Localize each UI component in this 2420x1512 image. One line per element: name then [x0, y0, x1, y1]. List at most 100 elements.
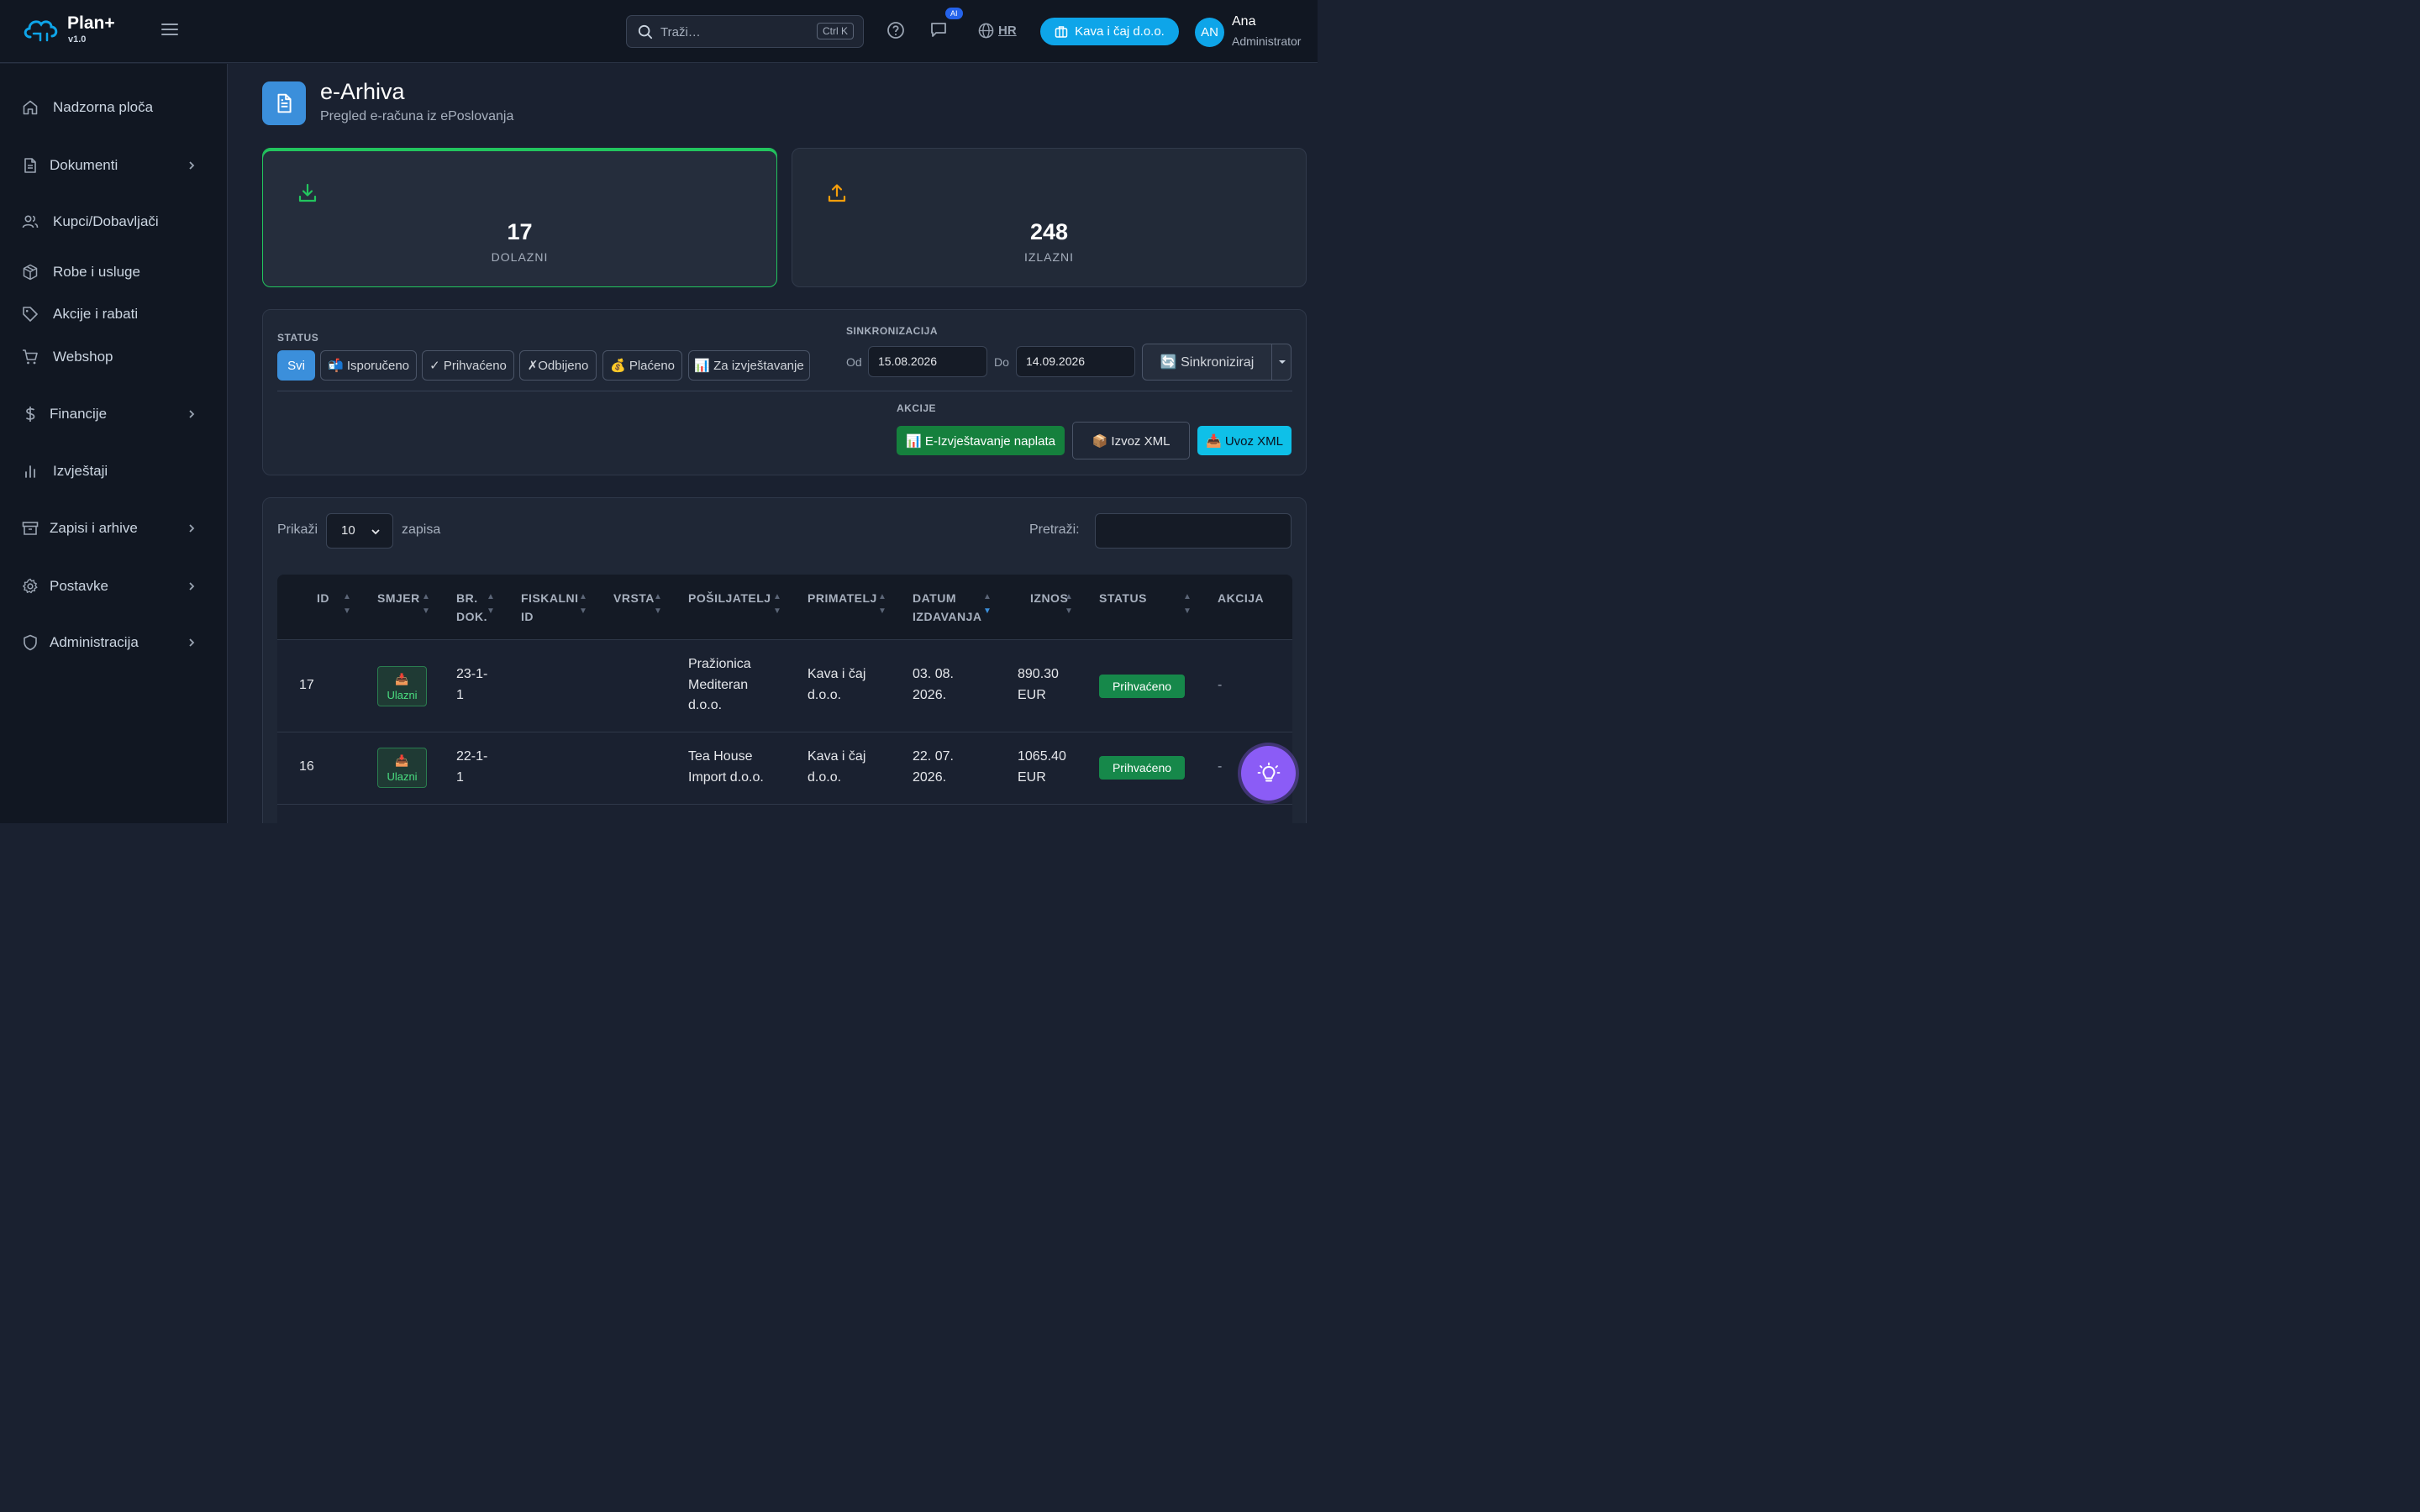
cell-action: - — [1218, 759, 1223, 774]
status-badge: Prihvaćeno — [1099, 675, 1185, 698]
filter-chip-paid[interactable]: 💰 Plaćeno — [602, 350, 682, 381]
table-header: ID ▲ ▼ SMJER ▲ ▼ BR. DOK. ▲ ▼ FISKALNI ID ▲ ▼ … — [277, 575, 1292, 640]
date-from-input[interactable]: 15.08.2026 — [868, 346, 987, 377]
e-reporting-payment-button[interactable]: 📊 E-Izvještavanje naplata — [897, 426, 1065, 455]
sidebar-item-label: Zapisi i arhive — [50, 520, 138, 536]
stat-card-outgoing[interactable]: 248 IZLAZNI — [792, 148, 1307, 287]
filter-chip-for-reporting[interactable]: 📊 Za izvještavanje — [688, 350, 810, 381]
sidebar-item-finance[interactable]: Financije — [0, 397, 228, 431]
direction-badge: 📥 Ulazni — [377, 748, 427, 788]
sort-icon[interactable]: ▲ ▼ — [343, 590, 351, 622]
filter-chip-accepted[interactable]: ✓ Prihvaćeno — [422, 350, 514, 381]
company-button[interactable]: Kava i čaj d.o.o. — [1040, 18, 1179, 45]
sort-icon[interactable]: ▲ ▼ — [487, 590, 495, 622]
column-header-status[interactable]: STATUS — [1099, 589, 1147, 607]
search-input[interactable] — [660, 21, 803, 43]
stat-card-incoming[interactable]: 17 DOLAZNI — [262, 148, 777, 287]
search-icon — [638, 24, 653, 39]
column-header-type[interactable]: VRSTA — [613, 589, 655, 607]
sidebar-item-settings[interactable]: Postavke — [0, 570, 228, 603]
top-bar: Plan+ v1.0 Ctrl K AI HR Kava i čaj d.o.o… — [0, 0, 1318, 63]
cell-doc-no: 23-1- 1 — [456, 667, 488, 702]
sort-icon[interactable]: ▲ ▼ — [773, 590, 781, 622]
column-header-sender[interactable]: POŠILJATELJ — [688, 589, 771, 607]
avatar[interactable]: AN — [1195, 18, 1224, 47]
stat-value: 248 — [1029, 219, 1069, 244]
sidebar-item-dashboard[interactable]: Nadzorna ploča — [0, 91, 228, 124]
show-label: Prikaži — [277, 522, 318, 537]
sidebar-item-reports[interactable]: Izvještaji — [0, 454, 228, 488]
sidebar-item-label: Financije — [50, 406, 108, 422]
cell-action: - — [1218, 678, 1223, 692]
sort-icon[interactable]: ▲ ▼ — [983, 590, 992, 622]
chevron-right-icon — [189, 161, 195, 170]
sort-icon[interactable]: ▲ ▼ — [1183, 590, 1192, 622]
users-icon — [22, 215, 39, 228]
user-name[interactable]: Ana — [1232, 14, 1255, 29]
chevron-right-icon — [189, 524, 195, 533]
actions-section-label: AKCIJE — [897, 402, 937, 414]
lightbulb-icon — [1257, 762, 1280, 781]
sort-icon[interactable]: ▲ ▼ — [878, 590, 886, 622]
sort-icon[interactable]: ▲ ▼ — [1065, 590, 1073, 622]
chevron-down-icon — [371, 529, 380, 535]
sidebar-item-archives[interactable]: Zapisi i arhive — [0, 512, 228, 545]
filter-chip-all[interactable]: Svi — [277, 350, 315, 381]
app-version: v1.0 — [68, 34, 87, 45]
export-xml-button[interactable]: 📦 Izvoz XML — [1072, 422, 1190, 459]
column-header-amount[interactable]: IZNOS — [1030, 589, 1068, 607]
sidebar-item-goods[interactable]: Robe i usluge — [0, 255, 228, 289]
sidebar-item-administration[interactable]: Administracija — [0, 626, 228, 659]
tag-icon — [23, 307, 38, 322]
table-search-input[interactable] — [1095, 513, 1292, 549]
sidebar-item-webshop[interactable]: Webshop — [0, 340, 228, 374]
column-header-doc-no[interactable]: BR. DOK. — [456, 589, 487, 626]
date-to-input[interactable]: 14.09.2026 — [1016, 346, 1135, 377]
column-header-recipient[interactable]: PRIMATELJ — [808, 589, 877, 607]
sync-button-label: 🔄 Sinkroniziraj — [1160, 355, 1255, 370]
sidebar-item-label: Izvještaji — [53, 463, 108, 479]
cell-recipient: Kava i čaj d.o.o. — [808, 667, 866, 702]
cart-icon — [23, 349, 38, 365]
caret-down-icon — [1279, 360, 1286, 364]
global-search[interactable]: Ctrl K — [626, 15, 864, 48]
sort-icon[interactable]: ▲ ▼ — [654, 590, 662, 622]
filter-chip-rejected[interactable]: ✗Odbijeno — [519, 350, 597, 381]
dollar-icon — [25, 407, 35, 422]
shield-icon — [24, 634, 37, 651]
tips-fab-button[interactable] — [1241, 746, 1296, 801]
language-switcher[interactable]: HR — [978, 23, 1017, 39]
import-xml-button[interactable]: 📥 Uvoz XML — [1197, 426, 1292, 455]
ai-badge: AI — [945, 8, 963, 19]
table-row[interactable]: 16 📥 Ulazni 22-1- 1 Tea House Import d.o.o.… — [277, 732, 1292, 805]
sync-dropdown-toggle[interactable] — [1271, 344, 1292, 380]
filter-chip-delivered[interactable]: 📬 Isporučeno — [320, 350, 417, 381]
stat-label: IZLAZNI — [1023, 250, 1075, 264]
sort-icon[interactable]: ▲ ▼ — [422, 590, 430, 622]
company-name: Kava i čaj d.o.o. — [1075, 24, 1165, 39]
column-header-fiscal-id[interactable]: FISKALNI ID — [521, 589, 579, 626]
sidebar-item-documents[interactable]: Dokumenti — [0, 149, 228, 182]
document-icon — [277, 93, 292, 113]
logo[interactable]: Plan+ v1.0 — [22, 13, 115, 45]
invoice-table: ID ▲ ▼ SMJER ▲ ▼ BR. DOK. ▲ ▼ FISKALNI ID ▲ ▼ … — [277, 575, 1292, 823]
sidebar-item-customers[interactable]: Kupci/Dobavljači — [0, 205, 228, 239]
page-size-select[interactable]: 10 — [326, 513, 393, 549]
sidebar-item-label: Dokumenti — [50, 157, 118, 173]
sidebar-item-promotions[interactable]: Akcije i rabati — [0, 297, 228, 331]
help-icon[interactable] — [886, 21, 905, 39]
column-header-issue-date[interactable]: DATUM IZDAVANJA — [913, 589, 982, 626]
records-label: zapisa — [402, 522, 441, 537]
sort-icon[interactable]: ▲ ▼ — [579, 590, 587, 622]
chat-icon[interactable] — [929, 20, 948, 39]
sidebar-item-label: Akcije i rabati — [53, 306, 139, 322]
menu-toggle-icon[interactable] — [161, 24, 178, 37]
column-header-id[interactable]: ID — [317, 589, 329, 607]
cell-issue-date: 03. 08. 2026. — [913, 667, 954, 702]
sync-button[interactable]: 🔄 Sinkroniziraj — [1142, 344, 1292, 381]
column-header-direction[interactable]: SMJER — [377, 589, 420, 607]
table-row[interactable]: 17 📥 Ulazni 23-1- 1 Pražionica Mediteran d.o… — [277, 640, 1292, 732]
app-root: Plan+ v1.0 Ctrl K AI HR Kava i čaj d.o.o… — [0, 0, 1318, 823]
cell-sender: Tea House Import d.o.o. — [688, 749, 764, 785]
archive-icon — [22, 522, 39, 535]
